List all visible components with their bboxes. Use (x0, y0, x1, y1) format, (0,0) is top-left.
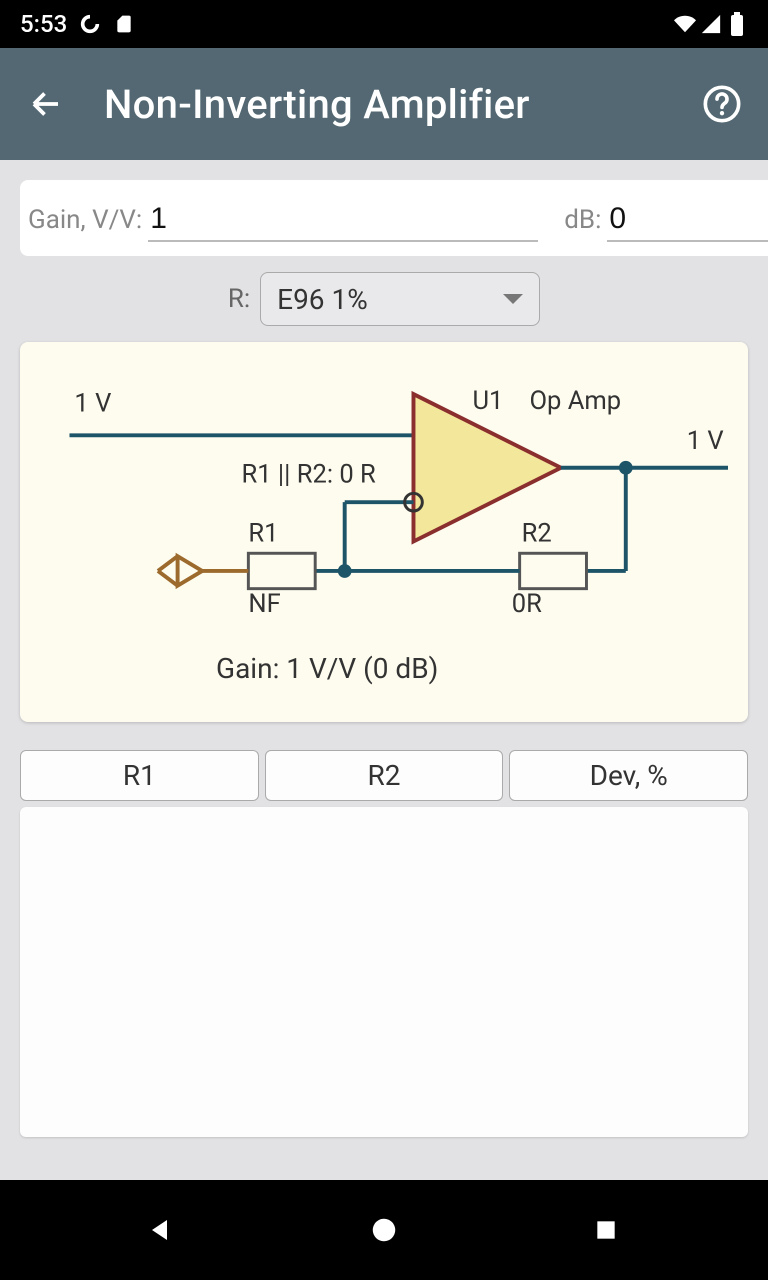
app-icon-1 (79, 13, 101, 35)
db-label: dB: (564, 205, 601, 235)
nav-recent-button[interactable] (546, 1200, 666, 1260)
nav-home-button[interactable] (324, 1200, 444, 1260)
dropdown-selected: E96 1% (277, 283, 503, 316)
results-table-header: R1 R2 Dev, % (20, 750, 748, 801)
help-button[interactable] (694, 76, 750, 132)
input-card: Gain, V/V: dB: (20, 180, 768, 256)
battery-icon (726, 13, 748, 35)
u1-label: U1 (472, 386, 503, 416)
r1-value: NF (248, 589, 280, 619)
status-time: 5:53 (20, 10, 67, 38)
status-bar: 5:53 (0, 0, 768, 48)
gain-input[interactable] (148, 198, 538, 242)
resistor-series-label: R: (228, 284, 250, 314)
r2-label: R2 (522, 518, 552, 548)
table-col-r2[interactable]: R2 (265, 750, 504, 801)
sd-card-icon (113, 13, 135, 35)
db-input[interactable] (607, 198, 768, 242)
nav-back-button[interactable] (102, 1200, 222, 1260)
vin-label: 1 V (74, 389, 111, 419)
parallel-label: R1 || R2: 0 R (241, 460, 376, 490)
circuit-diagram: 1 V U1 Op Amp 1 V R2 0R R1 || R (40, 362, 728, 662)
table-col-dev[interactable]: Dev, % (509, 750, 748, 801)
back-button[interactable] (18, 76, 74, 132)
signal-icon (700, 13, 722, 35)
u1-type: Op Amp (529, 386, 621, 416)
chevron-down-icon (503, 294, 523, 304)
resistor-series-dropdown[interactable]: E96 1% (260, 272, 540, 326)
app-bar: Non-Inverting Amplifier (0, 48, 768, 160)
wifi-icon (674, 13, 696, 35)
gain-result: Gain: 1 V/V (0 dB) (216, 652, 438, 685)
nav-bar (0, 1180, 768, 1280)
results-table-body (20, 807, 748, 1137)
schematic-card: 1 V U1 Op Amp 1 V R2 0R R1 || R (20, 342, 748, 722)
r1-label: R1 (248, 518, 278, 548)
ground-icon (178, 556, 203, 585)
table-col-r1[interactable]: R1 (20, 750, 259, 801)
r2-value: 0R (512, 589, 542, 619)
gain-label: Gain, V/V: (28, 205, 142, 235)
content-area: Gain, V/V: dB: R: E96 1% 1 V U1 Op Amp (0, 160, 768, 1180)
page-title: Non-Inverting Amplifier (104, 81, 694, 128)
vout-label: 1 V (687, 426, 724, 456)
